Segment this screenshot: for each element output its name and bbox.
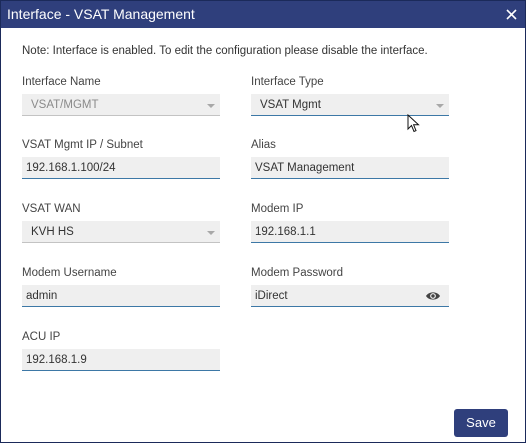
interface-type-label: Interface Type (251, 76, 324, 88)
vsat-wan-value: KVH HS (31, 226, 74, 238)
vsat-wan-label: VSAT WAN (22, 203, 81, 215)
interface-type-select[interactable]: VSAT Mgmt (251, 94, 449, 116)
mgmt-ip-value: 192.168.1.100/24 (26, 162, 116, 174)
modem-password-value: iDirect (255, 290, 288, 302)
chevron-down-icon (207, 104, 215, 108)
modem-password-field[interactable]: iDirect (251, 285, 449, 307)
acu-ip-field[interactable]: 192.168.1.9 (22, 349, 220, 371)
chevron-down-icon (436, 104, 444, 108)
modem-username-label: Modem Username (22, 267, 117, 279)
mgmt-ip-label: VSAT Mgmt IP / Subnet (22, 139, 143, 151)
interface-name-select: VSAT/MGMT (22, 94, 220, 116)
interface-dialog: Interface - VSAT Management Note: Interf… (0, 0, 526, 443)
modem-username-field[interactable]: admin (22, 285, 220, 307)
modem-ip-value: 192.168.1.1 (255, 226, 316, 238)
alias-value: VSAT Management (255, 162, 355, 174)
dialog-title: Interface - VSAT Management (7, 6, 195, 22)
save-button[interactable]: Save (454, 409, 508, 437)
dialog-title-bar: Interface - VSAT Management (1, 1, 525, 28)
interface-type-value: VSAT Mgmt (260, 99, 321, 111)
mouse-cursor-icon (407, 114, 420, 133)
alias-field[interactable]: VSAT Management (251, 157, 449, 179)
acu-ip-value: 192.168.1.9 (26, 354, 87, 366)
vsat-wan-select[interactable]: KVH HS (22, 221, 220, 243)
eye-icon[interactable] (425, 289, 441, 303)
close-icon[interactable] (502, 5, 521, 24)
modem-ip-field[interactable]: 192.168.1.1 (251, 221, 449, 243)
modem-ip-label: Modem IP (251, 203, 304, 215)
interface-note: Note: Interface is enabled. To edit the … (22, 45, 428, 57)
modem-username-value: admin (26, 290, 58, 302)
acu-ip-label: ACU IP (22, 331, 61, 343)
chevron-down-icon (207, 231, 215, 235)
interface-name-value: VSAT/MGMT (31, 99, 99, 111)
mgmt-ip-field[interactable]: 192.168.1.100/24 (22, 157, 220, 179)
alias-label: Alias (251, 139, 276, 151)
interface-name-label: Interface Name (22, 76, 101, 88)
modem-password-label: Modem Password (251, 267, 344, 279)
